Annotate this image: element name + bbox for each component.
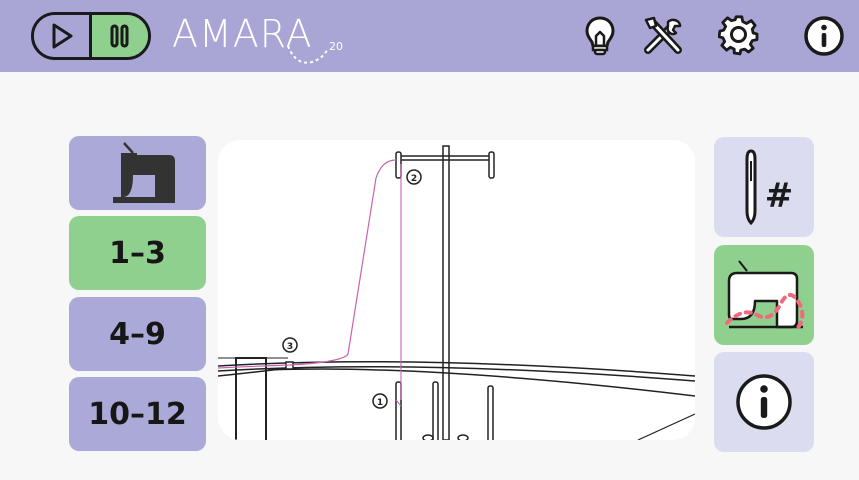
step-group-button[interactable]: 10–12 (69, 377, 206, 451)
play-button[interactable] (34, 15, 92, 57)
svg-text:1: 1 (377, 398, 383, 408)
step-group-button[interactable]: 1–3 (69, 216, 206, 290)
logo-thread-arc-icon (287, 45, 329, 64)
step-group-label: 4–9 (109, 316, 166, 352)
help-info-button[interactable] (714, 352, 814, 452)
threading-diagram: 1 2 3 (218, 140, 695, 440)
lightbulb-icon (585, 16, 615, 56)
needle-info-button[interactable]: # (714, 137, 814, 237)
svg-text:2: 2 (411, 174, 417, 184)
play-icon (52, 23, 72, 49)
play-pause-toggle[interactable] (31, 12, 151, 60)
info-icon (736, 374, 792, 430)
step-group-button[interactable]: 4–9 (69, 297, 206, 371)
machine-view-button[interactable] (69, 136, 206, 210)
top-bar: AMARA 20 (0, 0, 859, 72)
info-button[interactable] (802, 14, 846, 58)
lightbulb-button[interactable] (578, 14, 622, 58)
tools-button[interactable] (642, 14, 686, 58)
threading-illustration: 1 2 3 (218, 145, 695, 440)
pause-button[interactable] (92, 15, 148, 57)
gear-icon (718, 15, 759, 56)
threading-guide-button[interactable] (714, 245, 814, 345)
pause-icon (110, 24, 129, 48)
step-marker-3: 3 (282, 337, 298, 353)
svg-text:3: 3 (287, 342, 293, 352)
info-icon (804, 16, 844, 56)
needle-hash-label: # (765, 176, 794, 216)
needle-hash-icon: # (745, 149, 794, 226)
step-marker-2: 2 (406, 169, 422, 185)
machine-stitch-icon (725, 260, 805, 331)
tools-icon (644, 16, 682, 54)
settings-button[interactable] (717, 14, 761, 58)
step-group-label: 1–3 (109, 235, 166, 271)
step-marker-1: 1 (372, 393, 388, 409)
step-group-label: 10–12 (88, 396, 187, 432)
sewing-machine-icon (112, 142, 175, 203)
